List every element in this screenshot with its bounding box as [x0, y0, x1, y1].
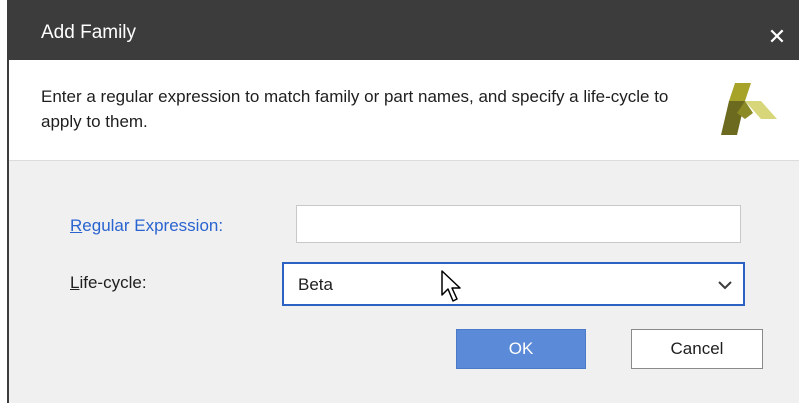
lifecycle-label-text: ife-cycle: [79, 273, 147, 292]
close-button[interactable]: ✕ [753, 14, 799, 60]
title-bar[interactable]: Add Family ✕ [9, 0, 799, 60]
close-icon: ✕ [767, 24, 787, 49]
add-family-dialog: Add Family ✕ Enter a regular expression … [7, 0, 799, 403]
header-description: Enter a regular expression to match fami… [41, 87, 669, 131]
xilinx-logo-icon [721, 83, 777, 135]
regex-label-mnemonic: R [70, 216, 83, 235]
regex-label-text: egular Expression: [82, 216, 224, 235]
regex-label: Regular Expression: [70, 216, 223, 236]
dialog-header: Enter a regular expression to match fami… [9, 60, 799, 161]
lifecycle-label: Life-cycle: [70, 273, 147, 293]
regular-expression-input[interactable] [296, 205, 741, 243]
ok-button[interactable]: OK [456, 329, 586, 369]
chevron-down-icon [718, 281, 732, 290]
lifecycle-select[interactable]: Beta [282, 262, 745, 306]
cancel-button[interactable]: Cancel [631, 329, 763, 369]
lifecycle-selected-value: Beta [298, 275, 333, 294]
dialog-body: Regular Expression: Life-cycle: Beta OK … [9, 161, 799, 403]
window-title: Add Family [41, 22, 137, 43]
